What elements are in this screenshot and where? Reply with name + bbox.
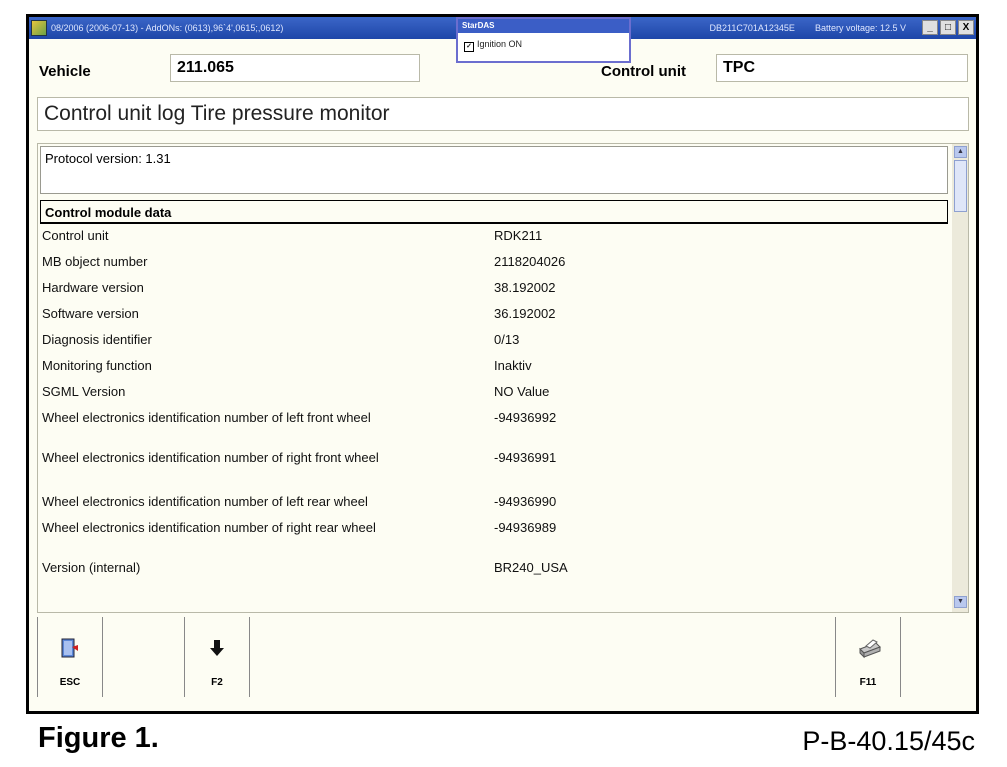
- table-row: Version (internal) BR240_USA: [42, 560, 568, 575]
- app-icon: [31, 20, 47, 36]
- f11-label: F11: [859, 677, 877, 688]
- title-right: DB211C701A12345E Battery voltage: 12.5 V: [710, 17, 906, 39]
- protocol-version: Protocol version: 1.31: [40, 146, 948, 194]
- scroll-down-icon[interactable]: ▼: [954, 596, 967, 608]
- table-row: Control unit RDK211: [42, 228, 543, 243]
- table-row: Software version 36.192002: [42, 306, 556, 321]
- ignition-on-item[interactable]: ✓ Ignition ON: [458, 33, 629, 52]
- vehicle-field: 211.065: [170, 54, 420, 82]
- figure-code: P-B-40.15/45c: [802, 726, 975, 756]
- control-unit-field: TPC: [716, 54, 968, 82]
- arrow-down-icon: [207, 637, 227, 665]
- app-window: 08/2006 (2006-07-13) - AddONs: (0613),96…: [26, 14, 979, 714]
- page-title: Control unit log Tire pressure monitor: [37, 97, 969, 131]
- table-row: Diagnosis identifier 0/13: [42, 332, 520, 347]
- scroll-thumb[interactable]: [954, 160, 967, 212]
- f2-button[interactable]: F2: [184, 617, 250, 697]
- table-row: SGML Version NO Value: [42, 384, 550, 399]
- maximize-button[interactable]: □: [940, 20, 956, 35]
- table-row: Hardware version 38.192002: [42, 280, 556, 295]
- scrollbar[interactable]: ▲ ▼: [952, 144, 968, 612]
- vehicle-label: Vehicle: [39, 63, 91, 80]
- table-row: Wheel electronics identification number …: [42, 410, 557, 425]
- exit-door-icon: [60, 637, 80, 665]
- ignition-label: Ignition ON: [477, 39, 523, 49]
- minimize-button[interactable]: _: [922, 20, 938, 35]
- f2-label: F2: [211, 677, 223, 688]
- vin-text: DB211C701A12345E: [709, 23, 795, 33]
- data-table: Control unit RDK211 MB object number 21182…: [42, 228, 942, 586]
- battery-voltage: Battery voltage: 12.5 V: [814, 23, 906, 33]
- table-row: Wheel electronics identification number …: [42, 520, 557, 535]
- close-button[interactable]: X: [958, 20, 974, 35]
- control-unit-label: Control unit: [601, 63, 686, 80]
- startdas-popup: StarDAS ✓ Ignition ON: [456, 17, 631, 63]
- table-row: Monitoring function Inaktiv: [42, 358, 532, 373]
- esc-label: ESC: [59, 677, 81, 688]
- section-header: Control module data: [40, 200, 948, 224]
- scroll-up-icon[interactable]: ▲: [954, 146, 967, 158]
- printer-icon: [858, 637, 882, 665]
- startdas-header: StarDAS: [458, 19, 629, 33]
- log-panel[interactable]: Protocol version: 1.31 Control module da…: [37, 143, 969, 613]
- table-row: MB object number 2118204026: [42, 254, 566, 269]
- title-left: 08/2006 (2006-07-13) - AddONs: (0613),96…: [51, 23, 284, 33]
- checkbox-icon[interactable]: ✓: [464, 42, 474, 52]
- esc-button[interactable]: ESC: [37, 617, 103, 697]
- table-row: Wheel electronics identification number …: [42, 494, 557, 509]
- table-row: Wheel electronics identification number …: [42, 450, 557, 465]
- f11-button[interactable]: F11: [835, 617, 901, 697]
- figure-caption: Figure 1.: [38, 722, 159, 754]
